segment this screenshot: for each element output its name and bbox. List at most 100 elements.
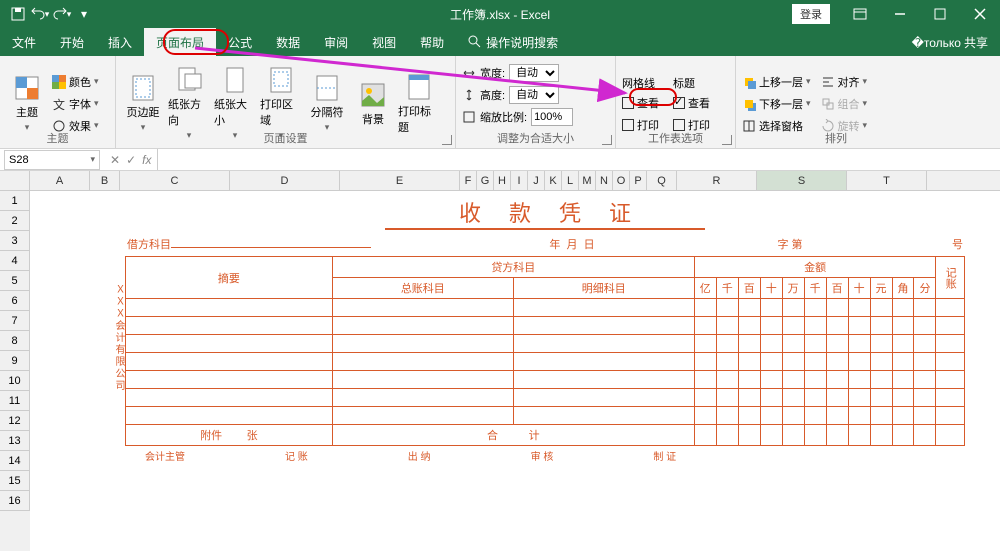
voucher-company-side: ＸＸＸ会计有限公司 xyxy=(111,284,126,392)
align-button[interactable]: 对齐▾ xyxy=(821,72,868,92)
row-header-7[interactable]: 7 xyxy=(0,311,30,331)
col-header-O[interactable]: O xyxy=(613,171,630,190)
col-header-F[interactable]: F xyxy=(460,171,477,190)
qat-customize[interactable]: ▾ xyxy=(74,4,94,24)
gridlines-view-checkbox[interactable]: 查看 xyxy=(622,93,659,113)
bring-forward-button[interactable]: 上移一层▾ xyxy=(742,72,811,92)
row-header-1[interactable]: 1 xyxy=(0,191,30,211)
menu-tab-插入[interactable]: 插入 xyxy=(96,28,144,56)
col-header-K[interactable]: K xyxy=(545,171,562,190)
ribbon-group-scale: 宽度:自动 高度:自动 缩放比例: 调整为合适大小 xyxy=(456,56,616,148)
col-header-A[interactable]: A xyxy=(30,171,90,190)
col-header-T[interactable]: T xyxy=(847,171,927,190)
share-button[interactable]: �только共享 xyxy=(912,34,988,51)
voucher-footer: 会计主管 记 账 出 纳 审 核 制 证 xyxy=(125,446,965,463)
tell-me-search[interactable]: 操作说明搜索 xyxy=(456,28,570,56)
undo-button[interactable]: ▾ xyxy=(30,4,50,24)
theme-colors-button[interactable]: 颜色▾ xyxy=(52,72,99,92)
menu-tab-数据[interactable]: 数据 xyxy=(264,28,312,56)
row-header-12[interactable]: 12 xyxy=(0,411,30,431)
scale-width-row: 宽度:自动 xyxy=(462,63,609,83)
row-header-13[interactable]: 13 xyxy=(0,431,30,451)
col-header-N[interactable]: N xyxy=(596,171,613,190)
enter-formula-icon[interactable]: ✓ xyxy=(126,153,136,167)
menu-tab-文件[interactable]: 文件 xyxy=(0,28,48,56)
row-header-2[interactable]: 2 xyxy=(0,211,30,231)
row-header-9[interactable]: 9 xyxy=(0,351,30,371)
column-headers: ABCDEFGHIJKLMNOPQRST xyxy=(0,171,1000,191)
ribbon-group-sheet-options: 网格线 查看 打印 标题 查看 打印 工作表选项 xyxy=(616,56,736,148)
ribbon-options-button[interactable] xyxy=(840,0,880,28)
cancel-formula-icon[interactable]: ✕ xyxy=(110,153,120,167)
voucher-title: 收款凭证 xyxy=(385,196,705,230)
ribbon-group-themes: 主题▾ 颜色▾ 文字体▾ 效果▾ 主题 xyxy=(0,56,116,148)
col-header-H[interactable]: H xyxy=(494,171,511,190)
col-header-P[interactable]: P xyxy=(630,171,647,190)
ribbon-group-label: 排列 xyxy=(736,130,936,146)
col-header-R[interactable]: R xyxy=(677,171,757,190)
scale-height-row: 高度:自动 xyxy=(462,85,609,105)
row-header-8[interactable]: 8 xyxy=(0,331,30,351)
scale-width-select[interactable]: 自动 xyxy=(509,64,559,82)
ribbon-group-page-setup: 页边距▾ 纸张方向▾ 纸张大小▾ 打印区域▾ 分隔符▾ 背景 打印标题 页面设置 xyxy=(116,56,456,148)
col-header-L[interactable]: L xyxy=(562,171,579,190)
login-button[interactable]: 登录 xyxy=(792,4,830,24)
group-button[interactable]: 组合▾ xyxy=(821,94,868,114)
scale-launcher[interactable] xyxy=(602,135,612,145)
height-icon xyxy=(462,88,476,102)
col-header-S[interactable]: S xyxy=(757,171,847,190)
cells-area[interactable]: ＸＸＸ会计有限公司 收款凭证 借方科目 年 月 日 字 第 号 摘要 贷方科目 … xyxy=(30,191,1000,551)
ribbon-group-arrange: 上移一层▾ 下移一层▾ 选择窗格 对齐▾ 组合▾ 旋转▾ 排列 xyxy=(736,56,936,148)
save-button[interactable] xyxy=(8,4,28,24)
menu-tab-公式[interactable]: 公式 xyxy=(216,28,264,56)
voucher-table: 摘要 贷方科目 金额 记账 总账科目 明细科目 亿千百十万千百十元角分 xyxy=(125,256,965,446)
col-header-D[interactable]: D xyxy=(230,171,340,190)
row-header-11[interactable]: 11 xyxy=(0,391,30,411)
ribbon-group-label: 工作表选项 xyxy=(616,130,735,146)
page-setup-launcher[interactable] xyxy=(442,135,452,145)
col-header-C[interactable]: C xyxy=(120,171,230,190)
maximize-button[interactable] xyxy=(920,0,960,28)
row-header-10[interactable]: 10 xyxy=(0,371,30,391)
row-header-6[interactable]: 6 xyxy=(0,291,30,311)
name-box[interactable]: S28▾ xyxy=(4,150,100,170)
theme-fonts-button[interactable]: 文字体▾ xyxy=(52,94,99,114)
close-button[interactable] xyxy=(960,0,1000,28)
scale-height-select[interactable]: 自动 xyxy=(509,86,559,104)
window-title: 工作簿.xlsx - Excel xyxy=(450,6,550,23)
menu-tab-视图[interactable]: 视图 xyxy=(360,28,408,56)
menu-tab-帮助[interactable]: 帮助 xyxy=(408,28,456,56)
formula-input[interactable] xyxy=(157,149,1000,170)
row-header-14[interactable]: 14 xyxy=(0,451,30,471)
menu-tab-页面布局[interactable]: 页面布局 xyxy=(144,28,216,56)
col-header-I[interactable]: I xyxy=(511,171,528,190)
ribbon: 主题▾ 颜色▾ 文字体▾ 效果▾ 主题 页边距▾ 纸张方向▾ 纸张大小▾ 打印区… xyxy=(0,56,1000,149)
col-header-Q[interactable]: Q xyxy=(647,171,677,190)
col-header-M[interactable]: M xyxy=(579,171,596,190)
menu-tab-开始[interactable]: 开始 xyxy=(48,28,96,56)
col-header-B[interactable]: B xyxy=(90,171,120,190)
scale-pct-input[interactable] xyxy=(531,108,573,126)
headings-view-checkbox[interactable]: 查看 xyxy=(673,93,710,113)
minimize-button[interactable] xyxy=(880,0,920,28)
send-backward-button[interactable]: 下移一层▾ xyxy=(742,94,811,114)
tell-me-label: 操作说明搜索 xyxy=(486,34,558,51)
sheet-options-launcher[interactable] xyxy=(722,135,732,145)
spreadsheet-grid: ABCDEFGHIJKLMNOPQRST 1234567891011121314… xyxy=(0,171,1000,551)
headings-header: 标题 xyxy=(673,75,710,91)
fx-icon[interactable]: fx xyxy=(142,153,151,167)
row-header-16[interactable]: 16 xyxy=(0,491,30,511)
width-icon xyxy=(462,66,476,80)
row-header-5[interactable]: 5 xyxy=(0,271,30,291)
row-header-15[interactable]: 15 xyxy=(0,471,30,491)
menu-tab-审阅[interactable]: 审阅 xyxy=(312,28,360,56)
formula-bar: S28▾ ✕ ✓ fx xyxy=(0,149,1000,171)
col-header-E[interactable]: E xyxy=(340,171,460,190)
select-all-corner[interactable] xyxy=(0,171,30,190)
col-header-G[interactable]: G xyxy=(477,171,494,190)
redo-button[interactable]: ▾ xyxy=(52,4,72,24)
row-header-4[interactable]: 4 xyxy=(0,251,30,271)
debit-subject-label: 借方科目 xyxy=(127,239,171,251)
row-header-3[interactable]: 3 xyxy=(0,231,30,251)
col-header-J[interactable]: J xyxy=(528,171,545,190)
